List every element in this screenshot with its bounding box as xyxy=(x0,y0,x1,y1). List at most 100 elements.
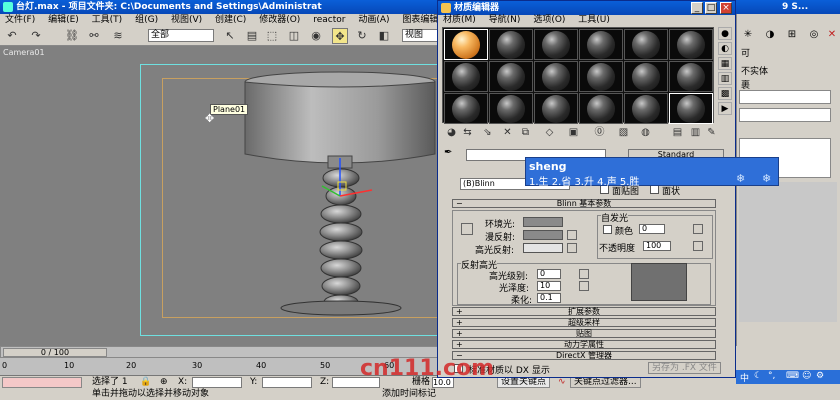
diffuse-color-swatch[interactable] xyxy=(523,230,563,240)
coord-x-field[interactable] xyxy=(192,377,242,388)
absolute-mode-icon[interactable]: ⊕ xyxy=(160,376,168,389)
video-color-check-icon[interactable]: ▩ xyxy=(718,87,732,100)
bind-space-warp-icon[interactable]: ≋ xyxy=(110,28,126,44)
lock-icon[interactable]: 🔒 xyxy=(140,376,151,389)
show-end-result-icon[interactable]: ◍ xyxy=(638,126,653,140)
menu-animation[interactable]: 动画(A) xyxy=(358,15,389,25)
pick-material-icon[interactable]: ✎ xyxy=(704,126,719,140)
sample-slot[interactable] xyxy=(579,93,623,124)
faceted-checkbox[interactable] xyxy=(650,185,659,194)
sample-slot[interactable] xyxy=(669,93,713,124)
redo-icon[interactable]: ↷ xyxy=(28,28,44,44)
lamp-model[interactable] xyxy=(0,46,440,346)
ambient-color-swatch[interactable] xyxy=(523,217,563,227)
go-to-parent-icon[interactable]: ▤ xyxy=(670,126,685,140)
sample-slot[interactable] xyxy=(444,93,488,124)
menu-group[interactable]: 组(G) xyxy=(135,15,158,25)
unlink-icon[interactable]: ⚯ xyxy=(86,28,102,44)
sample-slot[interactable] xyxy=(669,61,713,92)
utility-tab-icon[interactable]: ✕ xyxy=(825,28,839,42)
sample-slot[interactable] xyxy=(534,29,578,60)
select-region-icon[interactable]: ⬚ xyxy=(264,28,280,44)
camera-viewport[interactable]: Camera01 Plane01 ✥ xyxy=(0,46,440,346)
opacity-spinner[interactable]: 100 xyxy=(643,241,671,251)
go-sibling-icon[interactable]: ▥ xyxy=(688,126,703,140)
eyedropper-icon[interactable]: ✒ xyxy=(444,147,452,158)
copy-material-icon[interactable]: ⧉ xyxy=(518,126,533,140)
self-illum-spinner[interactable]: 0 xyxy=(639,224,665,234)
extended-params-rollout[interactable]: + 扩展参数 xyxy=(452,307,716,316)
background-icon[interactable]: ▦ xyxy=(718,57,732,70)
select-rotate-icon[interactable]: ↻ xyxy=(354,28,370,44)
maxscript-listener[interactable] xyxy=(2,377,82,388)
save-fx-button[interactable]: 另存为 .FX 文件 xyxy=(648,362,721,374)
menu-view[interactable]: 视图(V) xyxy=(171,15,202,25)
uv-tiling-icon[interactable]: ▥ xyxy=(718,72,732,85)
specular-map-button[interactable] xyxy=(567,243,577,253)
menu-create[interactable]: 创建(C) xyxy=(215,15,246,25)
sample-slot[interactable] xyxy=(579,61,623,92)
spec-level-map-button[interactable] xyxy=(579,269,589,279)
link-icon[interactable]: ⛓ xyxy=(64,28,80,44)
menu-reactor[interactable]: reactor xyxy=(313,15,345,25)
sample-slot[interactable] xyxy=(624,61,668,92)
glossiness-map-button[interactable] xyxy=(579,281,589,291)
put-to-scene-icon[interactable]: ⇆ xyxy=(460,126,475,140)
maximize-button[interactable]: □ xyxy=(705,2,717,14)
sample-slot[interactable] xyxy=(534,93,578,124)
sample-slot[interactable] xyxy=(669,29,713,60)
panel-field[interactable] xyxy=(739,90,831,104)
select-manipulate-icon[interactable]: ◉ xyxy=(308,28,324,44)
make-preview-icon[interactable]: ▶ xyxy=(718,102,732,115)
sample-slot[interactable] xyxy=(624,29,668,60)
create-tab-icon[interactable]: ✳ xyxy=(741,28,755,42)
put-to-library-icon[interactable]: ▣ xyxy=(566,126,581,140)
punctuation-icon[interactable]: °, xyxy=(768,371,775,381)
add-time-tag[interactable]: 添加时间标记 xyxy=(382,389,436,400)
glossiness-spinner[interactable]: 10 xyxy=(537,281,561,291)
self-illum-color-checkbox[interactable] xyxy=(603,225,612,234)
diffuse-map-button[interactable] xyxy=(567,230,577,240)
reset-map-icon[interactable]: ✕ xyxy=(500,126,515,140)
opacity-map-button[interactable] xyxy=(693,241,703,251)
tools-icon[interactable]: ⚙ xyxy=(816,371,824,381)
blinn-basic-params-rollout[interactable]: − Blinn 基本参数 xyxy=(452,199,716,208)
minimize-button[interactable]: _ xyxy=(691,2,703,14)
undo-icon[interactable]: ↶ xyxy=(4,28,20,44)
reference-coord-select[interactable]: 视图 xyxy=(402,29,440,42)
dynamics-rollout[interactable]: + 动力学属性 xyxy=(452,340,716,349)
show-map-icon[interactable]: ▧ xyxy=(616,126,631,140)
spec-level-spinner[interactable]: 0 xyxy=(537,269,561,279)
material-editor-titlebar[interactable]: 材质编辑器 _ □ × xyxy=(438,1,735,15)
ime-candidate-list[interactable]: 1.生 2.省 3.升 4.声 5.胜 xyxy=(529,173,639,188)
window-crossing-icon[interactable]: ◫ xyxy=(286,28,302,44)
menu-edit[interactable]: 编辑(E) xyxy=(48,15,79,25)
material-id-icon[interactable]: ⓪ xyxy=(592,126,607,140)
backlight-icon[interactable]: ◐ xyxy=(718,42,732,55)
menu-material[interactable]: 材质(M) xyxy=(443,15,476,25)
self-illum-map-button[interactable] xyxy=(693,224,703,234)
sample-slot[interactable] xyxy=(444,29,488,60)
menu-utilities[interactable]: 工具(U) xyxy=(578,15,610,25)
panel-field[interactable] xyxy=(739,108,831,122)
sample-slot[interactable] xyxy=(444,61,488,92)
menu-graph-editors[interactable]: 图表编辑 xyxy=(402,15,438,25)
make-unique-icon[interactable]: ◇ xyxy=(542,126,557,140)
coord-y-field[interactable] xyxy=(262,377,312,388)
select-move-icon[interactable]: ✥ xyxy=(332,28,348,44)
menu-navigation[interactable]: 导航(N) xyxy=(489,15,521,25)
menu-modifiers[interactable]: 修改器(O) xyxy=(259,15,300,25)
menu-options[interactable]: 选项(O) xyxy=(533,15,565,25)
sample-slot[interactable] xyxy=(489,93,533,124)
select-scale-icon[interactable]: ◧ xyxy=(376,28,392,44)
specular-color-swatch[interactable] xyxy=(523,243,563,253)
select-by-name-icon[interactable]: ▤ xyxy=(244,28,260,44)
selection-filter-select[interactable]: 全部 xyxy=(148,29,214,42)
select-object-icon[interactable]: ↖ xyxy=(222,28,238,44)
menu-tools[interactable]: 工具(T) xyxy=(92,15,123,25)
lock-ambient-diffuse-icon[interactable] xyxy=(461,223,473,235)
sample-type-icon[interactable]: ● xyxy=(718,27,732,40)
sample-slot[interactable] xyxy=(534,61,578,92)
moon-icon[interactable]: ☾ xyxy=(754,371,762,381)
keyboard-icon[interactable]: ⌨ xyxy=(786,371,799,381)
